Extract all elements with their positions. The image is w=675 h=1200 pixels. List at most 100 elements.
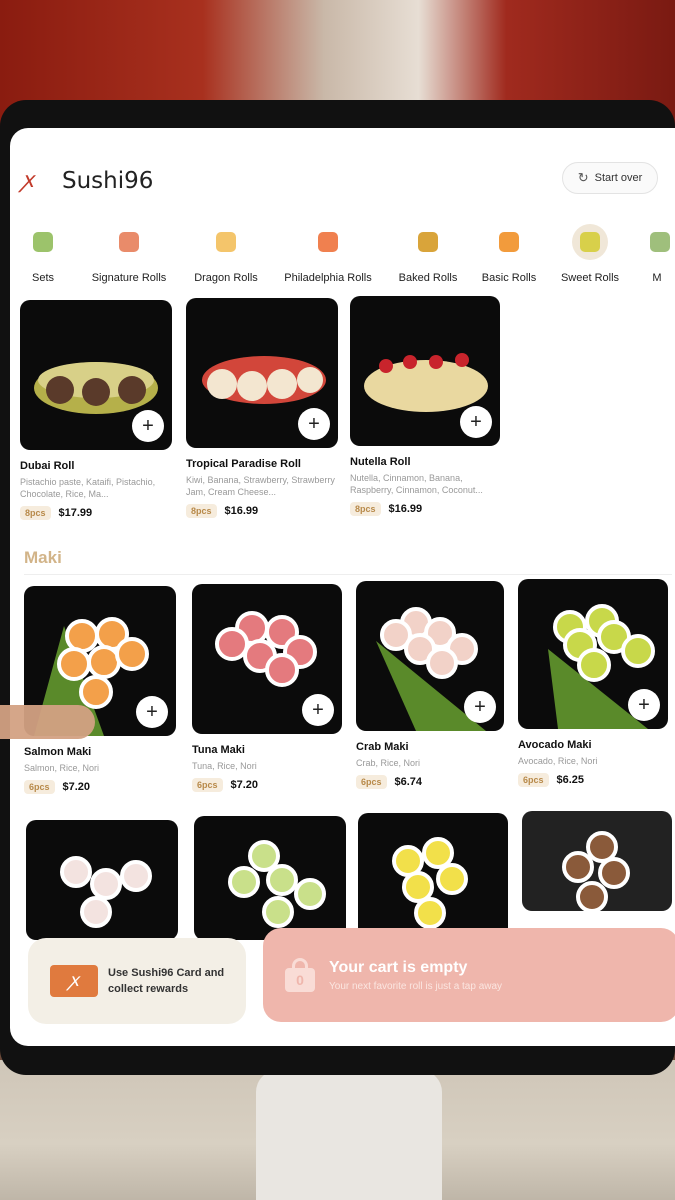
dragon-rolls-icon-shape xyxy=(216,232,236,252)
cart-button[interactable]: 0 Your cart is empty Your next favorite … xyxy=(263,928,675,1022)
product-description: Nutella, Cinnamon, Banana, Raspberry, Ci… xyxy=(350,473,483,495)
cart-title: Your cart is empty xyxy=(329,958,468,976)
product-description: Avocado, Rice, Nori xyxy=(518,756,598,766)
product-price: $6.74 xyxy=(394,776,423,788)
category-label: Philadelphia Rolls xyxy=(284,272,372,284)
category-label: Sweet Rolls xyxy=(560,272,620,284)
product-description: Crab, Rice, Nori xyxy=(356,758,421,768)
product-card-nutella-roll[interactable]: + Nutella Roll Nutella, Cinnamon, Banana… xyxy=(350,296,502,516)
add-to-cart-button[interactable]: + xyxy=(628,689,660,721)
add-to-cart-button[interactable]: + xyxy=(136,696,168,728)
roll-photo-icon xyxy=(562,831,630,911)
product-image xyxy=(26,820,178,940)
product-image: + xyxy=(518,579,668,729)
tablet-stand xyxy=(256,1070,442,1200)
baked-rolls-icon xyxy=(410,224,446,260)
pieces-badge: 8pcs xyxy=(20,506,51,520)
basic-rolls-icon-shape xyxy=(499,232,519,252)
pieces-badge: 8pcs xyxy=(350,502,381,516)
product-card-dubai-roll[interactable]: + Dubai Roll Pistachio paste, Kataifi, P… xyxy=(20,300,172,520)
product-card-partial[interactable] xyxy=(358,813,508,939)
product-card-salmon-maki[interactable]: + Salmon Maki Salmon, Rice, Nori 6pcs $7… xyxy=(24,586,176,794)
add-to-cart-button[interactable]: + xyxy=(460,406,492,438)
product-card-crab-maki[interactable]: + Crab Maki Crab, Rice, Nori 6pcs $6.74 xyxy=(356,581,508,789)
product-description: Pistachio paste, Kataifi, Pistachio, Cho… xyxy=(20,477,156,499)
product-image xyxy=(194,816,346,940)
product-image: + xyxy=(356,581,504,731)
signature-rolls-icon-shape xyxy=(119,232,139,252)
category-baked-rolls[interactable]: Baked Rolls xyxy=(396,224,460,284)
sweet-rolls-icon xyxy=(572,224,608,260)
product-card-avocado-maki[interactable]: + Avocado Maki Avocado, Rice, Nori 6pcs … xyxy=(518,579,670,787)
product-image: + xyxy=(350,296,500,446)
category-label: Baked Rolls xyxy=(398,272,458,284)
product-price: $17.99 xyxy=(58,507,93,519)
product-card-partial[interactable] xyxy=(194,816,346,940)
product-price: $16.99 xyxy=(224,505,259,517)
category-label: Basic Rolls xyxy=(481,272,537,284)
product-image: + xyxy=(186,298,338,448)
product-price: $7.20 xyxy=(230,779,259,791)
product-name: Dubai Roll xyxy=(20,460,75,472)
sweet-rolls-icon-shape xyxy=(580,232,600,252)
category-sweet-rolls[interactable]: Sweet Rolls xyxy=(558,224,622,284)
add-to-cart-button[interactable]: + xyxy=(464,691,496,723)
category-philadelphia-rolls[interactable]: Philadelphia Rolls xyxy=(280,224,376,284)
start-over-label: Start over xyxy=(594,172,643,184)
product-price: $6.25 xyxy=(556,774,585,786)
roll-photo-icon xyxy=(228,840,326,928)
product-name: Avocado Maki xyxy=(518,739,592,751)
product-price: $16.99 xyxy=(388,503,423,515)
category-label: Signature Rolls xyxy=(91,272,167,284)
section-title-maki: Maki xyxy=(24,548,62,567)
shopping-bag-icon: 0 xyxy=(285,958,315,992)
cart-subtitle: Your next favorite roll is just a tap aw… xyxy=(329,980,503,992)
add-to-cart-button[interactable]: + xyxy=(298,408,330,440)
category-signature-rolls[interactable]: Signature Rolls xyxy=(88,224,170,284)
rewards-card-button[interactable]: ꭗ Use Sushi96 Card and collect rewards xyxy=(28,938,246,1024)
add-to-cart-button[interactable]: + xyxy=(132,410,164,442)
baked-rolls-icon-shape xyxy=(418,232,438,252)
product-card-tropical-paradise-roll[interactable]: + Tropical Paradise Roll Kiwi, Banana, S… xyxy=(186,298,338,518)
start-over-button[interactable]: ↻ Start over xyxy=(562,162,658,194)
dragon-rolls-icon xyxy=(208,224,244,260)
sets-icon-shape xyxy=(33,232,53,252)
basic-rolls-icon xyxy=(491,224,527,260)
sets-icon xyxy=(25,224,61,260)
product-card-partial[interactable] xyxy=(522,811,672,911)
logo-mark-icon: ꭗ xyxy=(22,168,34,193)
kiosk-screen: ꭗ Sushi96 ↻ Start over Sets Signature Ro… xyxy=(10,128,675,1046)
pieces-badge: 6pcs xyxy=(356,775,387,789)
product-name: Nutella Roll xyxy=(350,456,411,468)
category-sets[interactable]: Sets xyxy=(22,224,64,284)
category-more[interactable]: M xyxy=(642,224,672,284)
product-image: + xyxy=(192,584,342,734)
rewards-text: Use Sushi96 Card and collect rewards xyxy=(108,967,225,995)
cart-count: 0 xyxy=(285,968,315,992)
roll-photo-icon xyxy=(392,837,468,929)
brand-logo: ꭗ Sushi96 xyxy=(22,168,153,194)
category-dragon-rolls[interactable]: Dragon Rolls xyxy=(190,224,262,284)
philadelphia-rolls-icon-shape xyxy=(318,232,338,252)
product-name: Tuna Maki xyxy=(192,744,245,756)
pieces-badge: 6pcs xyxy=(192,778,223,792)
pieces-badge: 6pcs xyxy=(24,780,55,794)
more-category-icon xyxy=(642,224,672,260)
product-description: Kiwi, Banana, Strawberry, Strawberry Jam… xyxy=(186,475,335,497)
category-label: Sets xyxy=(31,272,54,284)
product-name: Crab Maki xyxy=(356,741,409,753)
category-label: M xyxy=(652,272,662,284)
roll-photo-icon xyxy=(60,856,152,928)
product-card-partial[interactable] xyxy=(26,820,178,940)
brand-name: Sushi96 xyxy=(62,168,154,194)
more-category-icon-shape xyxy=(650,232,670,252)
add-to-cart-button[interactable]: + xyxy=(302,694,334,726)
pieces-badge: 8pcs xyxy=(186,504,217,518)
category-label: Dragon Rolls xyxy=(194,272,258,284)
pieces-badge: 6pcs xyxy=(518,773,549,787)
category-basic-rolls[interactable]: Basic Rolls xyxy=(478,224,540,284)
product-card-tuna-maki[interactable]: + Tuna Maki Tuna, Rice, Nori 6pcs $7.20 xyxy=(192,584,344,792)
category-bar: Sets Signature Rolls Dragon Rolls Philad… xyxy=(10,224,675,290)
section-divider xyxy=(24,574,672,575)
product-name: Tropical Paradise Roll xyxy=(186,458,301,470)
